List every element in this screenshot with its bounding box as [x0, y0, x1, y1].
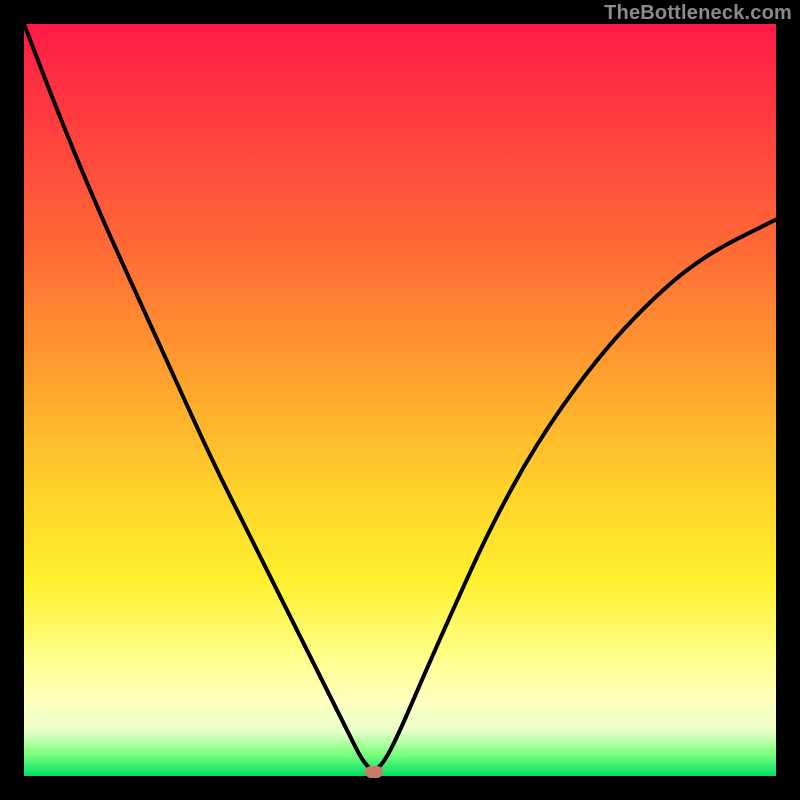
- chart-plot-area: [24, 24, 776, 776]
- bottleneck-curve: [24, 24, 776, 776]
- minimum-marker: [365, 766, 383, 778]
- watermark-text: TheBottleneck.com: [604, 2, 792, 25]
- chart-frame: TheBottleneck.com: [0, 0, 800, 800]
